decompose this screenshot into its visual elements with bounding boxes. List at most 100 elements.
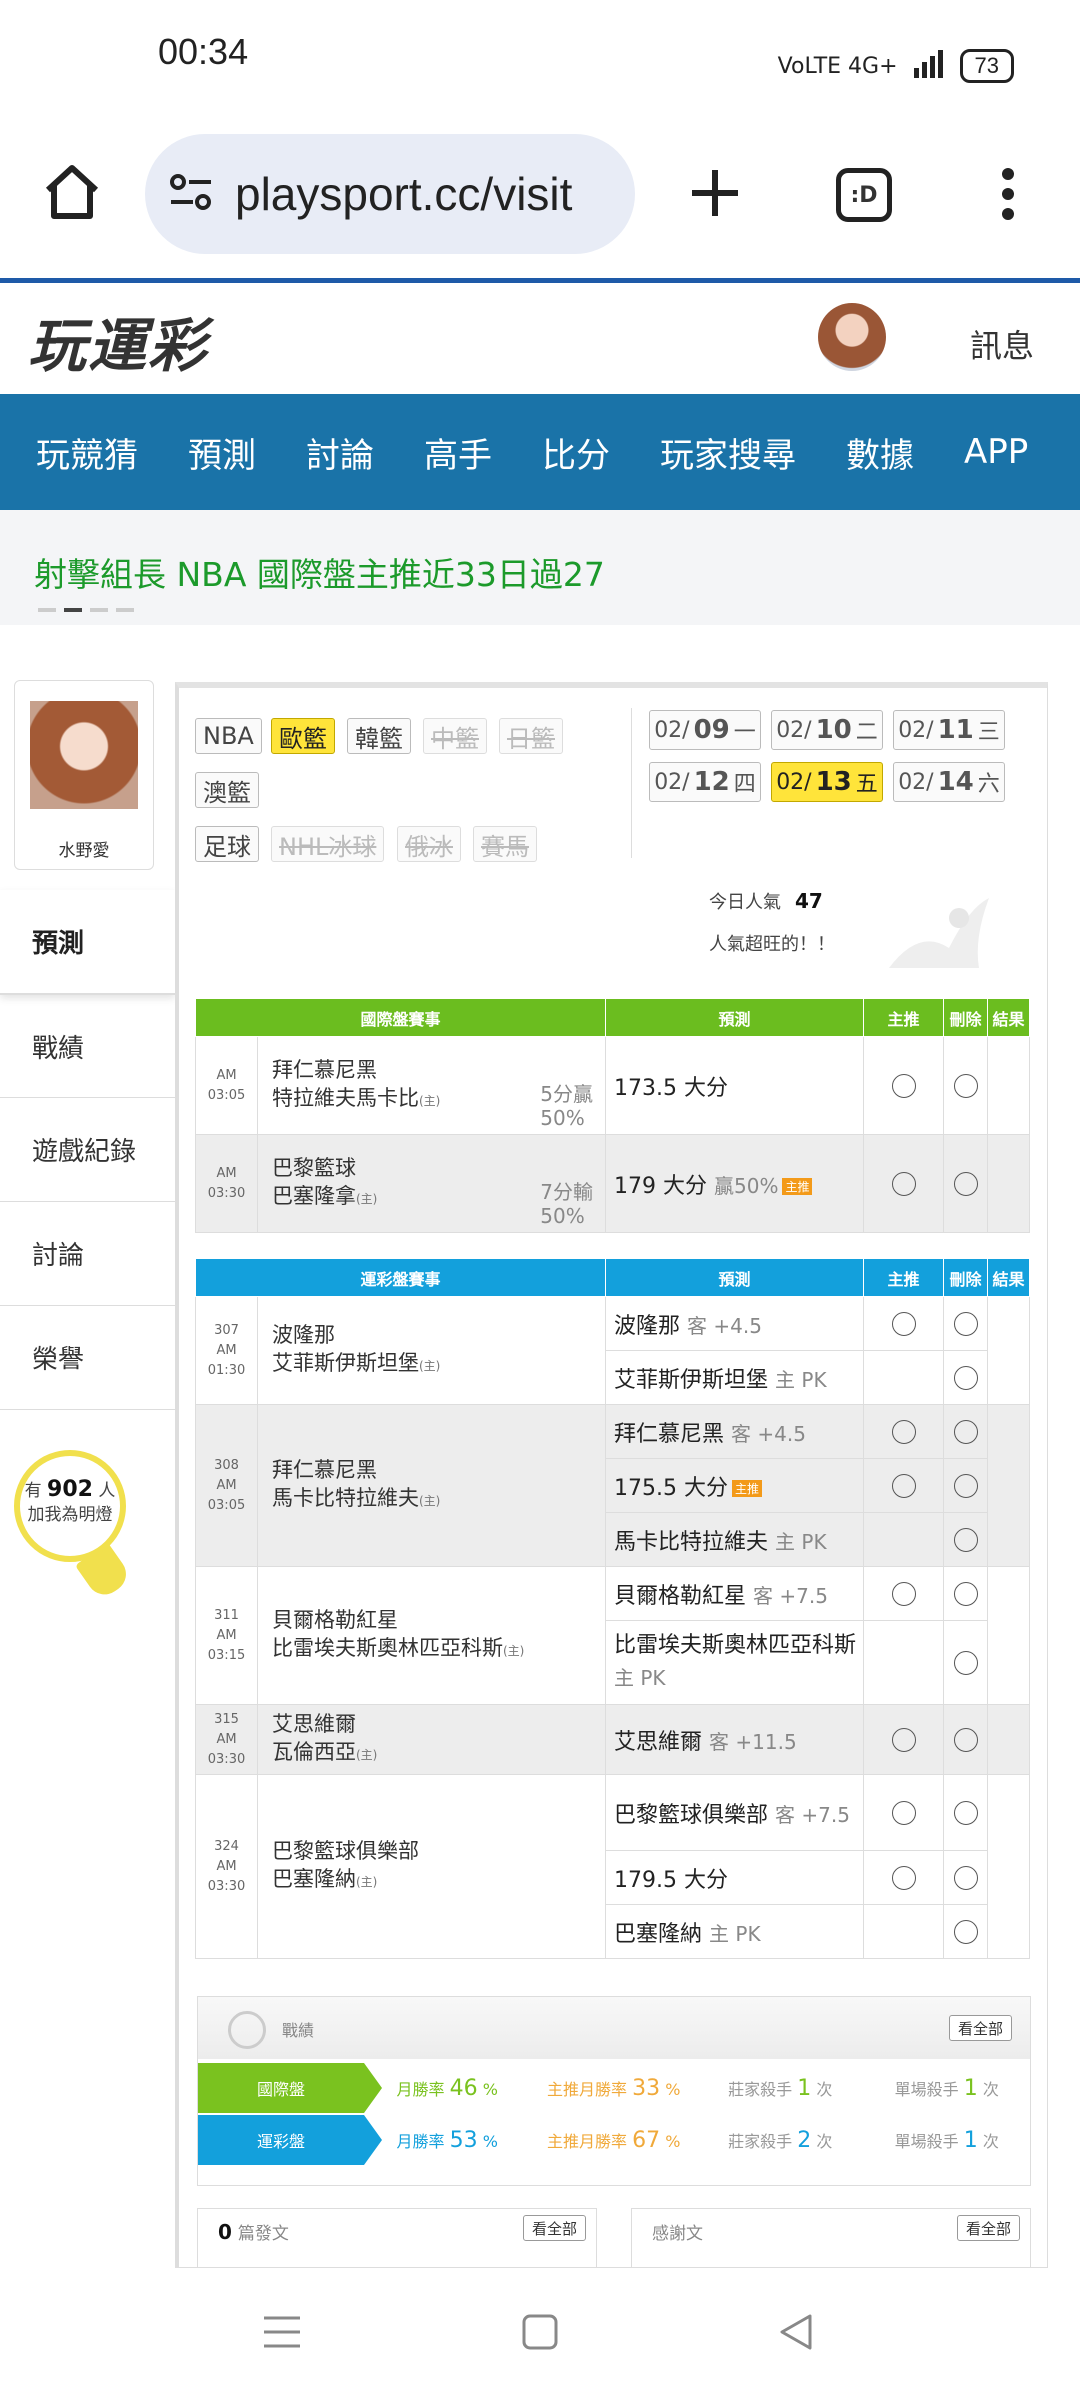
new-tab-icon[interactable]	[688, 166, 742, 224]
delete-radio[interactable]	[943, 1404, 989, 1459]
thanks-view-all-button[interactable]: 看全部	[956, 2215, 1020, 2241]
lottery-table: 運彩盤賽事 預測 主推 刪除 結果 307 AM 01:30 波隆那 艾菲斯伊斯坦堡…	[194, 1258, 1031, 1959]
delete-radio[interactable]	[943, 1036, 989, 1135]
nav-item-app[interactable]: APP	[964, 432, 1028, 472]
intl-header-games: 國際盤賽事	[194, 998, 607, 1037]
result-cell	[987, 1134, 1031, 1233]
league-tag-football[interactable]: 足球	[195, 826, 259, 862]
popularity-note: 人氣超旺的！！	[709, 934, 835, 955]
date-0213[interactable]: 02/13 五	[771, 762, 883, 802]
nav-item-predict[interactable]: 預測	[188, 428, 256, 477]
delete-radio[interactable]	[943, 1904, 989, 1959]
date-0212[interactable]: 02/12 四	[649, 762, 761, 802]
sidebar-item-record[interactable]: 戰績	[0, 994, 175, 1098]
nav-item-experts[interactable]: 高手	[424, 428, 492, 477]
intl-header-main: 主推	[863, 998, 945, 1037]
result-cell	[987, 1704, 1031, 1775]
delete-radio[interactable]	[943, 1620, 989, 1705]
record-view-all-button[interactable]: 看全部	[948, 2015, 1012, 2041]
prediction-cell: 馬卡比特拉維夫 主 PK	[605, 1512, 865, 1567]
more-menu-icon[interactable]	[996, 166, 1020, 226]
delete-radio[interactable]	[943, 1566, 989, 1621]
main-pick-empty	[863, 1904, 945, 1959]
main-pick-radio[interactable]	[863, 1774, 945, 1851]
prediction-cell: 173.5 大分	[605, 1036, 865, 1135]
main-pick-radio[interactable]	[863, 1458, 945, 1513]
month-rate: 月勝率 53 %	[396, 2127, 498, 2153]
nav-item-discuss[interactable]: 討論	[306, 428, 374, 477]
site-logo[interactable]: 玩運彩	[28, 299, 208, 383]
date-0211[interactable]: 02/11 三	[893, 710, 1005, 750]
main-pick-radio[interactable]	[863, 1404, 945, 1459]
profile-card[interactable]: 水野愛	[14, 680, 154, 870]
main-pick-empty	[863, 1350, 945, 1405]
date-0209[interactable]: 02/09 一	[649, 710, 761, 750]
back-icon[interactable]	[776, 2312, 816, 2356]
nav-item-scores[interactable]: 比分	[542, 428, 610, 477]
user-avatar[interactable]	[818, 303, 886, 371]
tab-switcher-button[interactable]: :D	[836, 168, 892, 222]
recent-apps-icon[interactable]	[262, 2312, 302, 2356]
prediction-cell: 175.5 大分 主推	[605, 1458, 865, 1513]
status-icons: VoLTE 4G+ 73	[778, 48, 1014, 84]
delete-radio[interactable]	[943, 1704, 989, 1775]
prediction-cell: 拜仁慕尼黑 客 +4.5	[605, 1404, 865, 1459]
site-info-icon[interactable]	[169, 172, 213, 216]
single-killer: 單場殺手 1 次	[894, 2075, 999, 2101]
game-no-time: 307 AM 01:30	[195, 1296, 258, 1405]
game-time: AM 03:30	[195, 1134, 258, 1233]
delete-radio[interactable]	[943, 1296, 989, 1351]
sidebar-item-honor[interactable]: 榮譽	[0, 1306, 175, 1410]
delete-radio[interactable]	[943, 1774, 989, 1851]
delete-radio[interactable]	[943, 1134, 989, 1233]
main-pick-radio[interactable]	[863, 1036, 945, 1135]
game-no-time: 311 AM 03:15	[195, 1566, 258, 1705]
main-pick-radio[interactable]	[863, 1850, 945, 1905]
date-0214[interactable]: 02/14 六	[893, 762, 1005, 802]
table-row: 308 AM 03:05 拜仁慕尼黑 馬卡比特拉維夫(主) 拜仁慕尼黑 客 +4.5	[195, 1404, 1031, 1567]
delete-radio[interactable]	[943, 1350, 989, 1405]
league-tag-australia[interactable]: 澳籃	[195, 772, 259, 808]
prediction-cell: 巴塞隆納 主 PK	[605, 1904, 865, 1959]
league-tag-nba[interactable]: NBA	[195, 718, 262, 754]
messages-link[interactable]: 訊息	[970, 321, 1034, 367]
address-bar[interactable]: playsport.cc/visit	[145, 134, 635, 254]
main-pick-radio[interactable]	[863, 1704, 945, 1775]
sidebar-item-discuss[interactable]: 討論	[0, 1202, 175, 1306]
date-0210[interactable]: 02/10 二	[771, 710, 883, 750]
banker-killer: 莊家殺手 1 次	[728, 2075, 833, 2101]
delete-radio[interactable]	[943, 1512, 989, 1567]
home-icon[interactable]	[40, 160, 104, 228]
game-teams: 波隆那 艾菲斯伊斯坦堡(主)	[256, 1296, 607, 1405]
system-nav-bar	[0, 2268, 1080, 2400]
nav-item-player-search[interactable]: 玩家搜尋	[660, 428, 796, 477]
carousel-indicator	[38, 608, 134, 612]
announcement-text[interactable]: 射擊組長 NBA 國際盤主推近33日過27	[34, 548, 605, 596]
sidebar-item-game-log[interactable]: 遊戲紀錄	[0, 1098, 175, 1202]
main-pick-radio[interactable]	[863, 1296, 945, 1351]
delete-radio[interactable]	[943, 1458, 989, 1513]
main-nav: 玩競猜 預測 討論 高手 比分 玩家搜尋 數據 APP	[0, 394, 1080, 510]
prediction-cell: 比雷埃夫斯奧林匹亞科斯 主 PK	[605, 1620, 865, 1705]
home-nav-icon[interactable]	[520, 2312, 560, 2356]
nav-item-data[interactable]: 數據	[846, 428, 914, 477]
table-row: 315 AM 03:30 艾思維爾 瓦倫西亞(主) 艾思維爾 客 +11.5	[195, 1704, 1031, 1775]
game-no-time: 308 AM 03:05	[195, 1404, 258, 1567]
table-row: 311 AM 03:15 貝爾格勒紅星 比雷埃夫斯奧林匹亞科斯(主) 貝爾格勒紅星 …	[195, 1566, 1031, 1705]
prediction-cell: 艾菲斯伊斯坦堡 主 PK	[605, 1350, 865, 1405]
posts-view-all-button[interactable]: 看全部	[522, 2215, 586, 2241]
sidebar-item-predict[interactable]: 預測	[0, 890, 175, 994]
follow-bulb[interactable]: 有 902 人 加我為明燈	[14, 1450, 126, 1562]
league-tag-euro[interactable]: 歐籃	[271, 718, 335, 754]
main-pick-radio[interactable]	[863, 1566, 945, 1621]
delete-radio[interactable]	[943, 1850, 989, 1905]
main-pick-radio[interactable]	[863, 1134, 945, 1233]
league-tag-china: 中籃	[423, 718, 487, 754]
result-cell	[987, 1404, 1031, 1567]
league-tag-korea[interactable]: 韓籃	[347, 718, 411, 754]
game-time: AM 03:05	[195, 1036, 258, 1135]
main-pick-empty	[863, 1620, 945, 1705]
record-title: 戰績	[282, 2021, 315, 2040]
nav-item-bet[interactable]: 玩競猜	[36, 428, 138, 477]
record-panel: 戰績 看全部 國際盤 月勝率 46 % 主推月勝率 33 % 莊家殺手 1 次 …	[197, 1996, 1031, 2186]
